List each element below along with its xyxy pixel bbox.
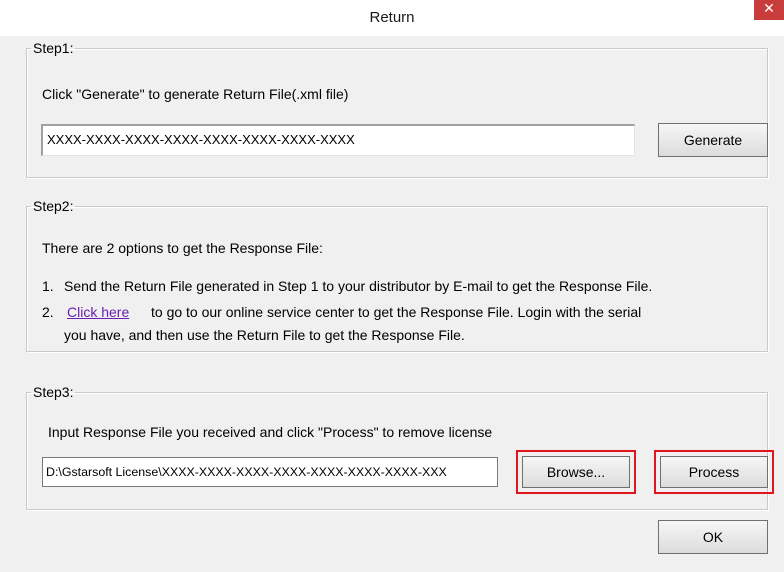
response-file-path-field[interactable]: D:\Gstarsoft License\XXXX-XXXX-XXXX-XXXX… [42,457,498,487]
step3-instruction: Input Response File you received and cli… [48,424,493,440]
step2-intro: There are 2 options to get the Response … [42,240,323,256]
step1-legend: Step1: [33,40,74,56]
option2-text-line1: to go to our online service center to ge… [151,304,642,320]
click-here-link[interactable]: Click here [67,304,129,320]
close-icon[interactable]: ✕ [754,0,784,20]
step3-legend: Step3: [33,384,74,400]
ok-button[interactable]: OK [658,520,768,554]
option2-number: 2. [42,304,54,320]
window-title: Return [369,9,415,26]
title-bar: Return ✕ [0,0,784,36]
step2-legend: Step2: [33,198,74,214]
step1-instruction: Click "Generate" to generate Return File… [42,86,349,102]
dialog-body: Step1: Click "Generate" to generate Retu… [0,36,784,572]
option1-number: 1. [42,278,54,294]
browse-button[interactable]: Browse... [522,456,630,488]
step1-group: Step1: [26,40,768,178]
process-button[interactable]: Process [660,456,768,488]
return-code-field[interactable]: XXXX-XXXX-XXXX-XXXX-XXXX-XXXX-XXXX-XXXX [41,124,635,156]
option2-text-line2: you have, and then use the Return File t… [64,327,465,343]
option1-text: Send the Return File generated in Step 1… [64,278,653,294]
generate-button[interactable]: Generate [658,123,768,157]
